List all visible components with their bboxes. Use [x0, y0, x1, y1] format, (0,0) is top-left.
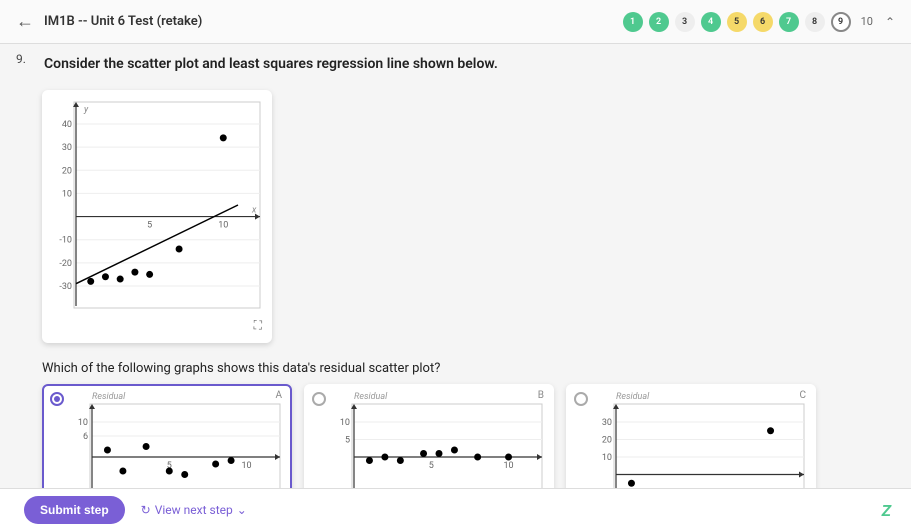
svg-text:20: 20: [62, 166, 72, 176]
option-card-b[interactable]: BResidual 5 10 5 10: [304, 384, 554, 488]
nav-dot-2[interactable]: 2: [649, 12, 669, 32]
expand-icon[interactable]: ⛶: [52, 318, 262, 333]
svg-text:10: 10: [62, 189, 72, 199]
options-row: AResidual610510BResidual510510CResidual1…: [42, 384, 879, 488]
footer-bar: Submit step ↻ View next step ⌄ Z: [0, 488, 911, 530]
question-prompt: Consider the scatter plot and least squa…: [44, 56, 879, 72]
option-chart-c: 10 20 30: [596, 402, 806, 488]
svg-text:5: 5: [345, 436, 350, 446]
nav-dot-1[interactable]: 1: [623, 12, 643, 32]
svg-text:x: x: [251, 206, 257, 216]
option-axis-label: Residual: [616, 392, 806, 402]
svg-text:-10: -10: [59, 236, 72, 246]
option-axis-label: Residual: [92, 392, 282, 402]
svg-text:5: 5: [147, 221, 152, 231]
submit-button[interactable]: Submit step: [24, 496, 125, 524]
option-card-c[interactable]: CResidual 10 20 30: [566, 384, 816, 488]
header-bar: ← IM1B -- Unit 6 Test (retake) 123456789…: [0, 0, 911, 44]
content-area: Consider the scatter plot and least squa…: [0, 44, 911, 488]
svg-text:10: 10: [241, 461, 251, 471]
option-chart-a: 610510: [72, 402, 282, 488]
option-axis-label: Residual: [354, 392, 544, 402]
option-letter: A: [275, 390, 282, 401]
radio-b[interactable]: [312, 392, 326, 406]
refresh-icon: ↻: [141, 503, 151, 517]
main-scatter-card: -30 -20 -10 10 20 30 40 5 10 y x ⛶: [42, 90, 272, 343]
nav-dot-7[interactable]: 7: [779, 12, 799, 32]
chevron-down-icon: ⌄: [237, 503, 247, 517]
nav-dot-5[interactable]: 5: [727, 12, 747, 32]
svg-text:5: 5: [429, 461, 434, 471]
view-next-link[interactable]: ↻ View next step ⌄: [141, 503, 247, 517]
svg-text:10: 10: [503, 461, 513, 471]
sub-prompt: Which of the following graphs shows this…: [42, 361, 879, 376]
nav-dot-4[interactable]: 4: [701, 12, 721, 32]
chevron-up-icon[interactable]: ⌃: [885, 15, 895, 29]
view-next-label: View next step: [155, 503, 233, 517]
svg-text:40: 40: [62, 120, 72, 130]
nav-dot-3[interactable]: 3: [675, 12, 695, 32]
back-arrow-icon[interactable]: ←: [16, 11, 34, 32]
svg-text:10: 10: [602, 453, 612, 463]
svg-text:10: 10: [340, 418, 350, 428]
svg-text:-30: -30: [59, 282, 72, 292]
radio-c[interactable]: [574, 392, 588, 406]
page-title: IM1B -- Unit 6 Test (retake): [44, 14, 202, 29]
nav-dot-6[interactable]: 6: [753, 12, 773, 32]
option-chart-b: 5 10 5 10: [334, 402, 544, 488]
nav-dot-9[interactable]: 9: [831, 12, 851, 32]
brand-icon: Z: [882, 501, 891, 520]
svg-text:30: 30: [62, 143, 72, 153]
svg-text:6: 6: [83, 432, 88, 442]
svg-text:30: 30: [602, 418, 612, 428]
svg-text:10: 10: [78, 418, 88, 428]
main-scatter-plot: -30 -20 -10 10 20 30 40 5 10 y x: [52, 100, 262, 310]
radio-a[interactable]: [50, 392, 64, 406]
question-number: 9.: [16, 52, 26, 66]
nav-dot-8[interactable]: 8: [805, 12, 825, 32]
question-nav: 123456789 10 ⌃: [623, 12, 895, 32]
nav-total: 10: [861, 15, 873, 28]
svg-text:y: y: [83, 105, 89, 115]
svg-text:-20: -20: [59, 259, 72, 269]
option-letter: B: [538, 390, 544, 401]
svg-text:20: 20: [602, 436, 612, 446]
option-letter: C: [799, 390, 806, 401]
option-card-a[interactable]: AResidual610510: [42, 384, 292, 488]
svg-text:10: 10: [218, 221, 228, 231]
